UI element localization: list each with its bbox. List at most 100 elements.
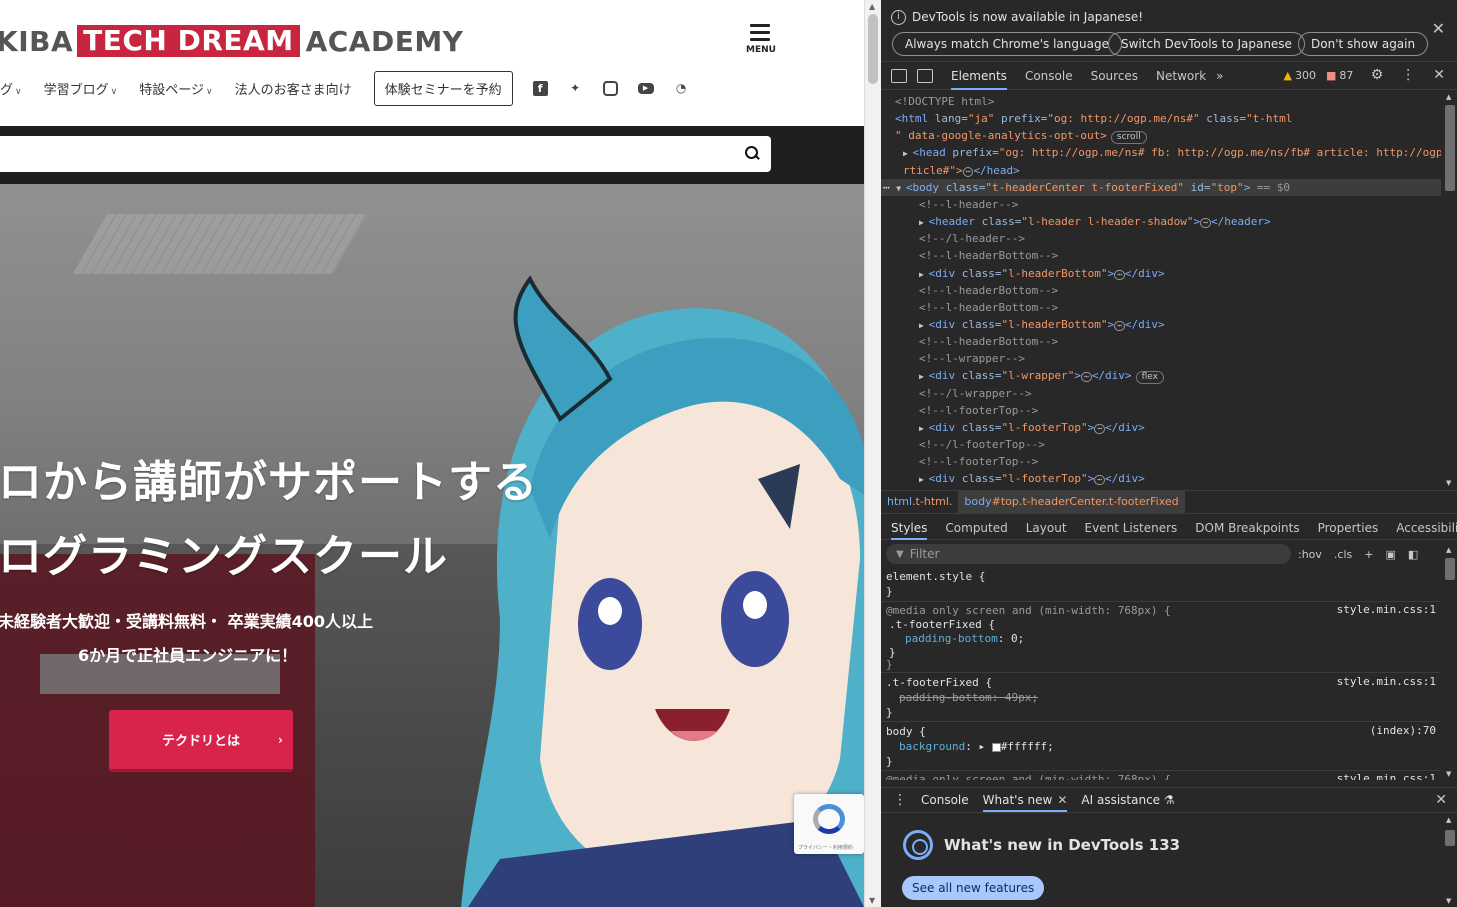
dom-comment-line[interactable]: <!--/l-footerTop-->	[919, 436, 1045, 453]
dom-comment-line[interactable]: <!--l-header-->	[919, 196, 1018, 213]
settings-gear-icon[interactable]: ⚙	[1371, 67, 1384, 83]
breadcrumb-html[interactable]: html.t-html.	[881, 491, 958, 513]
add-rule-icon[interactable]: +	[1364, 548, 1373, 561]
switch-to-japanese-button[interactable]: Switch DevTools to Japanese	[1108, 32, 1305, 56]
dont-show-again-button[interactable]: Don't show again	[1298, 32, 1429, 56]
dom-comment-line[interactable]: <!--/l-header-->	[919, 230, 1025, 247]
dom-comment-line[interactable]: <!--l-footerTop-->	[919, 402, 1038, 419]
dom-scroll-thumb[interactable]	[1445, 105, 1455, 191]
styles-scroll-thumb[interactable]	[1445, 558, 1455, 580]
nav-item-blog[interactable]: 学習ブログ ∨	[44, 79, 118, 98]
rule-source-link[interactable]: style.min.css:1	[1337, 675, 1436, 688]
dom-node-line[interactable]: ▶ <head prefix="og: http://ogp.me/ns# fb…	[903, 144, 1441, 161]
drawer-tab-console[interactable]: Console	[921, 788, 969, 812]
dom-node-line[interactable]: ▶ <div class="l-headerBottom"> ⋯ </div>	[919, 265, 1165, 282]
page-scrollbar[interactable]: ▲ ▼	[864, 0, 881, 907]
close-devtools-icon[interactable]: ✕	[1433, 67, 1445, 83]
nav-item-corporate[interactable]: 法人のお客さま向け	[235, 79, 352, 98]
cls-toggle[interactable]: .cls	[1334, 548, 1352, 561]
device-toolbar-icon[interactable]	[917, 68, 933, 83]
style-rule-media-footerfixed[interactable]: @media only screen and (min-width: 768px…	[881, 603, 1441, 673]
tab-computed[interactable]: Computed	[945, 516, 1007, 540]
youtube-icon[interactable]: ▶	[637, 82, 654, 94]
dom-node-line[interactable]: <html lang="ja" prefix="og: http://ogp.m…	[895, 110, 1292, 127]
page-scroll-thumb[interactable]	[868, 14, 878, 84]
tab-elements[interactable]: Elements	[951, 62, 1007, 90]
color-swatch[interactable]	[991, 742, 1001, 752]
scroll-up-arrow-icon[interactable]: ▲	[869, 2, 875, 11]
close-icon[interactable]: ✕	[1432, 19, 1445, 38]
drawer-tab-ai-assistance[interactable]: AI assistance ⚗	[1081, 788, 1174, 812]
drawer-tab-whats-new[interactable]: What's new ✕	[982, 788, 1068, 812]
breadcrumb-body[interactable]: body#top.t-headerCenter.t-footerFixed	[958, 491, 1185, 513]
whats-new-scroll-thumb[interactable]	[1445, 830, 1455, 846]
dom-node-line[interactable]: ▶ <div class="l-headerBottom"> ⋯ </div>	[919, 316, 1165, 333]
scroll-down-arrow-icon[interactable]: ▼	[1446, 770, 1451, 778]
dom-comment-line[interactable]: <!--l-headerBottom-->	[919, 282, 1058, 299]
tab-layout[interactable]: Layout	[1026, 516, 1067, 540]
dom-comment-line[interactable]: <!--l-wrapper-->	[919, 350, 1025, 367]
dom-node-line[interactable]: ⋯ ▼ <body class="t-headerCenter t-footer…	[881, 178, 1441, 196]
paint-brush-icon[interactable]: ▣	[1385, 548, 1395, 561]
instagram-icon[interactable]	[602, 80, 618, 96]
rule-source-link[interactable]: style.min.css:1	[1337, 603, 1436, 616]
facebook-icon[interactable]: f	[532, 80, 548, 96]
dom-comment-line[interactable]: <!--l-headerBottom-->	[919, 247, 1058, 264]
tab-network[interactable]: Network	[1156, 62, 1206, 90]
more-options-icon[interactable]: ⋮	[1401, 67, 1415, 83]
rule-declaration-overridden[interactable]: padding-bottom: 49px;	[899, 690, 1038, 706]
dom-node-line[interactable]: ▶ <header class="l-header l-header-shado…	[919, 213, 1271, 230]
seminar-booking-button[interactable]: 体験セミナーを予約	[373, 70, 513, 106]
scroll-up-arrow-icon[interactable]: ▲	[1446, 546, 1451, 554]
scroll-up-arrow-icon[interactable]: ▲	[1446, 93, 1451, 101]
tab-dom-breakpoints[interactable]: DOM Breakpoints	[1195, 516, 1299, 540]
match-chrome-language-button[interactable]: Always match Chrome's language	[892, 32, 1122, 56]
recaptcha-badge[interactable]: プライバシー・利用規約	[794, 794, 864, 854]
drawer-menu-icon[interactable]: ⋮	[893, 792, 907, 808]
dom-comment-line[interactable]: <!--/l-wrapper-->	[919, 385, 1032, 402]
dom-comment-line[interactable]: <!--l-footerTop-->	[919, 453, 1038, 470]
close-tab-icon[interactable]: ✕	[1057, 793, 1067, 807]
dom-node-line[interactable]: rticle#"> ⋯ </head>	[903, 162, 1020, 179]
tab-console[interactable]: Console	[1025, 62, 1073, 90]
style-rule-footerfixed[interactable]: .t-footerFixed { style.min.css:1 padding…	[881, 674, 1441, 722]
about-tekudori-button[interactable]: テクドリとは ›	[109, 710, 293, 772]
nav-item-special[interactable]: 特設ページ ∨	[139, 79, 212, 98]
elements-dom-tree[interactable]: <!DOCTYPE html> <html lang="ja" prefix="o…	[881, 91, 1441, 489]
tab-sources[interactable]: Sources	[1091, 62, 1138, 90]
dom-node-line[interactable]: " data-google-analytics-opt-out> scroll	[895, 127, 1147, 145]
style-rule-media-2[interactable]: @media only screen and (min-width: 768px…	[881, 772, 1441, 780]
dom-comment-line[interactable]: <!--l-headerBottom-->	[919, 333, 1058, 350]
search-icon[interactable]	[745, 146, 759, 160]
inspect-element-icon[interactable]	[891, 68, 907, 83]
dom-node-line[interactable]: ▶ <div class="l-wrapper"> ⋯ </div> flex	[919, 367, 1164, 385]
rule-source-link[interactable]: (index):70	[1370, 724, 1436, 737]
tab-event-listeners[interactable]: Event Listeners	[1085, 516, 1178, 540]
tab-styles[interactable]: Styles	[891, 516, 928, 540]
dom-node-line[interactable]: ▶ <div class="l-footerTop"> ⋯ </div>	[919, 419, 1145, 436]
dom-comment-line[interactable]: <!--l-headerBottom-->	[919, 299, 1058, 316]
rule-source-link[interactable]: style.min.css:1	[1337, 772, 1436, 780]
twitter-icon[interactable]: ✦	[568, 81, 583, 96]
styles-scrollbar[interactable]: ▲ ▼	[1443, 544, 1457, 780]
more-tabs-icon[interactable]: »	[1216, 69, 1223, 83]
rule-declaration[interactable]: padding-bottom: 0;	[905, 631, 1024, 647]
scroll-up-arrow-icon[interactable]: ▲	[1446, 816, 1451, 824]
hamburger-menu-button[interactable]: MENU	[746, 22, 776, 62]
styles-filter-input[interactable]: ▼ Filter	[886, 544, 1291, 564]
see-all-features-button[interactable]: See all new features	[902, 876, 1045, 900]
dom-node-line[interactable]: <!DOCTYPE html>	[895, 93, 994, 110]
site-logo[interactable]: KIBA TECH DREAM ACADEMY	[0, 24, 463, 58]
hov-toggle[interactable]: :hov	[1298, 548, 1322, 561]
rule-declaration[interactable]: background: ▸ #ffffff;	[899, 739, 1054, 755]
site-search-input[interactable]	[0, 136, 771, 172]
scroll-down-arrow-icon[interactable]: ▼	[1446, 479, 1451, 487]
errors-counter[interactable]: ■ 87	[1326, 69, 1353, 82]
whats-new-scrollbar[interactable]: ▲ ▼	[1443, 814, 1457, 907]
rss-icon[interactable]: ◔	[674, 81, 689, 96]
tab-properties[interactable]: Properties	[1318, 516, 1379, 540]
style-rule-body[interactable]: body { (index):70 background: ▸ #ffffff;…	[881, 723, 1441, 771]
nav-item-truncated[interactable]: グ ∨	[0, 79, 22, 98]
tab-accessibility[interactable]: Accessibility	[1396, 516, 1457, 540]
warnings-counter[interactable]: ▲ 300	[1284, 69, 1316, 82]
